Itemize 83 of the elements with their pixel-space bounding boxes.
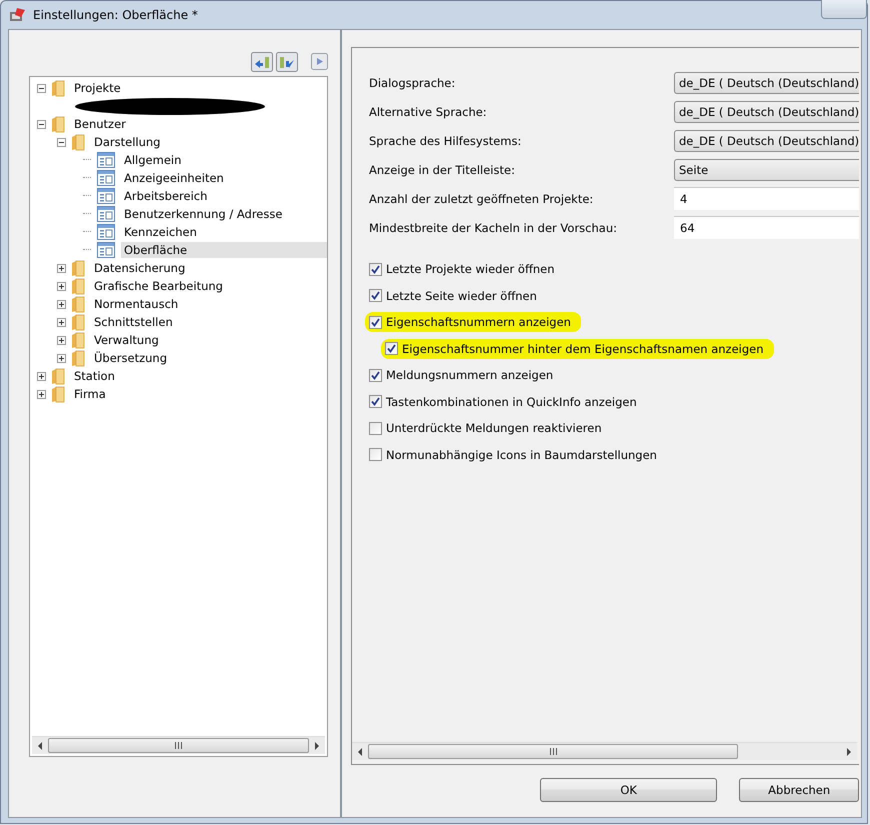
expand-icon[interactable] <box>57 354 69 362</box>
checkbox[interactable] <box>369 316 382 329</box>
window-title: Einstellungen: Oberfläche * <box>33 8 198 22</box>
tree-item[interactable]: Kennzeichen <box>121 224 200 240</box>
tree-item[interactable]: Übersetzung <box>91 350 170 366</box>
field-label: Mindestbreite der Kacheln in der Vorschau: <box>369 220 618 234</box>
tree-item[interactable]: Anzeigeeinheiten <box>121 170 227 186</box>
dropdown[interactable]: de_DE ( Deutsch (Deutschland) <box>674 72 860 94</box>
app-icon <box>9 7 27 23</box>
form-icon <box>97 224 115 240</box>
tree-item[interactable]: Allgemein <box>121 152 184 168</box>
tree-item[interactable]: Benutzerkennung / Adresse <box>121 206 286 222</box>
tree-item[interactable]: Firma <box>71 386 109 402</box>
folder-icon <box>71 260 85 276</box>
field-label: Anzahl der zuletzt geöffneten Projekte: <box>369 192 594 206</box>
form-icon <box>97 188 115 204</box>
tree-item[interactable]: Arbeitsbereich <box>121 188 210 204</box>
field-label: Anzeige in der Titelleiste: <box>369 162 516 176</box>
field-label: Dialogsprache: <box>369 76 456 90</box>
checkbox[interactable] <box>369 448 382 462</box>
checkbox[interactable] <box>369 395 382 408</box>
folder-icon <box>71 278 85 294</box>
input-field[interactable]: 64 <box>674 216 860 239</box>
checkbox[interactable] <box>369 368 382 382</box>
horizontal-scrollbar[interactable] <box>32 736 325 754</box>
expand-icon[interactable] <box>57 318 69 326</box>
form-icon <box>97 152 115 168</box>
expand-icon[interactable] <box>57 264 69 272</box>
folder-icon <box>71 332 85 348</box>
tree-item[interactable]: Datensicherung <box>91 260 188 276</box>
tree-item[interactable]: Station <box>71 368 118 384</box>
checkbox[interactable] <box>369 422 382 435</box>
tree-item[interactable]: Grafische Bearbeitung <box>91 278 226 294</box>
checkbox-label: Eigenschaftsnummern anzeigen <box>386 315 571 330</box>
tree-item[interactable]: Verwaltung <box>91 332 162 348</box>
ok-button[interactable]: OK <box>540 778 718 802</box>
folder-icon <box>71 296 85 312</box>
form-icon <box>97 206 115 222</box>
folder-icon <box>51 80 65 96</box>
expand-icon[interactable] <box>57 300 69 308</box>
checkbox-label: Letzte Projekte wieder öffnen <box>386 262 555 276</box>
checkbox-label: Normunabhängige Icons in Baumdarstellungen <box>386 448 657 462</box>
collapse-icon[interactable] <box>37 84 49 92</box>
tree-item[interactable]: Schnittstellen <box>91 314 176 330</box>
horizontal-scrollbar[interactable] <box>352 742 858 760</box>
dropdown[interactable]: de_DE ( Deutsch (Deutschland) <box>674 100 860 122</box>
checkbox-label: Eigenschaftsnummer hinter dem Eigenschaftsnamen anzeigen <box>402 342 764 356</box>
tree-item[interactable]: Normentausch <box>91 296 182 312</box>
dropdown[interactable]: Seite <box>674 158 860 180</box>
cancel-button[interactable]: Abbrechen <box>739 778 860 802</box>
checkbox-label: Meldungsnummern anzeigen <box>386 368 554 382</box>
tree-item[interactable]: Projekte <box>71 80 124 96</box>
expand-icon[interactable] <box>37 372 49 380</box>
checkbox-label: Unterdrückte Meldungen reaktivieren <box>386 421 602 436</box>
checkbox[interactable] <box>369 289 382 302</box>
collapse-icon[interactable] <box>37 120 49 128</box>
folder-icon <box>71 134 85 150</box>
checkbox-label: Letzte Seite wieder öffnen <box>386 288 537 303</box>
expand-icon[interactable] <box>57 282 69 290</box>
folder-icon <box>51 116 65 132</box>
checkbox-label: Tastenkombinationen in QuickInfo anzeigen <box>386 394 637 409</box>
close-button[interactable] <box>821 0 867 19</box>
folder-icon <box>71 350 85 366</box>
folder-icon <box>51 368 65 384</box>
folder-icon <box>71 314 85 330</box>
expand-icon[interactable] <box>37 390 49 398</box>
checkbox[interactable] <box>369 262 382 276</box>
tree-item[interactable]: Oberfläche <box>121 242 327 258</box>
input-field[interactable]: 4 <box>674 187 860 210</box>
dropdown[interactable]: de_DE ( Deutsch (Deutschland) <box>674 130 860 152</box>
collapse-icon[interactable] <box>57 138 69 146</box>
play-icon[interactable] <box>311 53 328 70</box>
field-label: Sprache des Hilfesystems: <box>369 134 522 148</box>
collapse-tree-icon[interactable] <box>251 52 273 72</box>
expand-tree-icon[interactable] <box>276 52 298 72</box>
expand-icon[interactable] <box>57 336 69 344</box>
checkbox[interactable] <box>385 342 398 356</box>
form-icon <box>97 242 115 258</box>
tree-item[interactable]: Benutzer <box>71 116 129 132</box>
tree-item[interactable]: Darstellung <box>91 134 164 150</box>
field-label: Alternative Sprache: <box>369 104 488 118</box>
form-icon <box>97 170 115 186</box>
folder-icon <box>51 386 65 402</box>
